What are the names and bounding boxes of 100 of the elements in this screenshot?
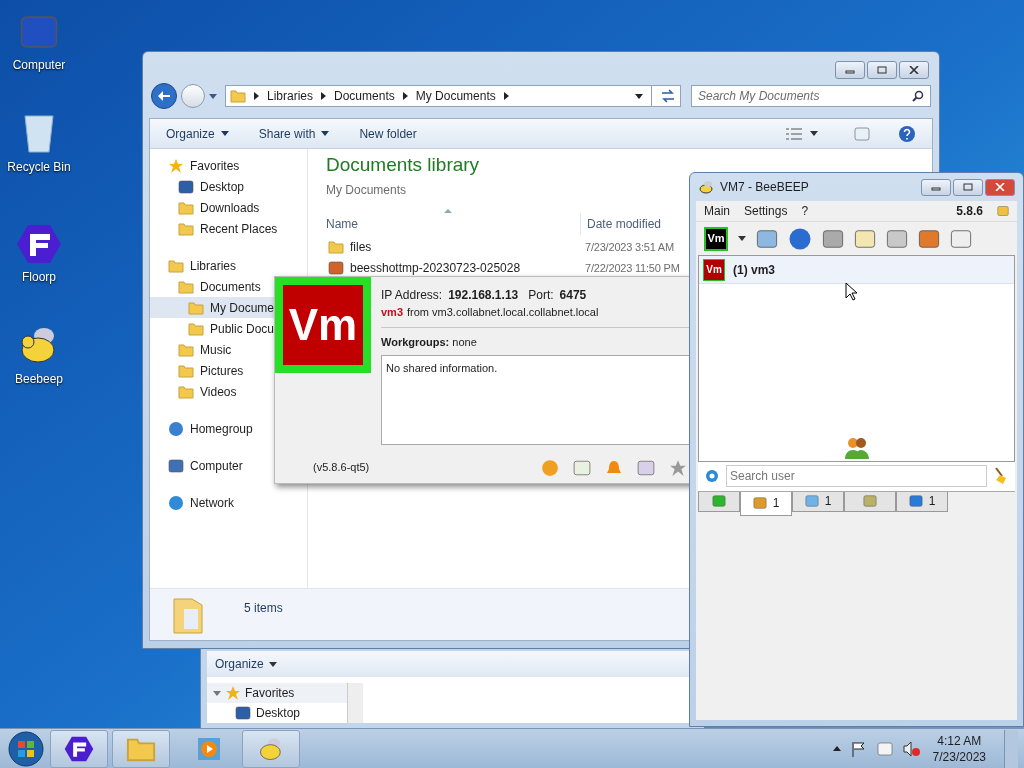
- chevron-up-icon[interactable]: [832, 746, 841, 751]
- ip-label: IP Address:: [381, 287, 443, 304]
- folder-icon: [168, 257, 184, 274]
- folder-icon: [328, 239, 344, 255]
- sidebar-item[interactable]: Downloads: [150, 197, 307, 218]
- column-header[interactable]: Date modified: [587, 214, 662, 233]
- desktop-icon-label[interactable]: Beebeep: [14, 370, 63, 388]
- taskbar-app-button[interactable]: [50, 729, 108, 768]
- workgroups-text: Workgroups: none: [381, 335, 478, 350]
- menu-item[interactable]: Settings: [744, 202, 788, 220]
- caret-icon: [810, 131, 818, 136]
- search-field[interactable]: Search user: [726, 465, 987, 487]
- library-title: Documents library: [326, 153, 480, 177]
- file-date: 7/23/2023 3:51 AM: [585, 239, 674, 255]
- sidebar-item[interactable]: Desktop: [150, 176, 307, 197]
- menu-item[interactable]: Main: [704, 202, 730, 220]
- user-avatar[interactable]: Vm: [704, 226, 728, 251]
- user-list-item[interactable]: Vm (1) vm3: [699, 256, 1014, 284]
- toolbar-menu-button[interactable]: Organize: [166, 124, 229, 143]
- toolbar-menu-button[interactable]: New folder: [359, 124, 417, 143]
- column-header[interactable]: Name: [326, 214, 580, 233]
- toolbar-menu-button[interactable]: Share with: [258, 124, 330, 143]
- port-number: 6475: [559, 287, 587, 304]
- sidebar-item[interactable]: Favorites: [150, 155, 307, 176]
- tab[interactable]: 1: [792, 491, 844, 512]
- caret-icon: [220, 131, 229, 136]
- breadcrumb-link[interactable]: My Documents: [415, 87, 496, 105]
- user-name: vm3: [381, 304, 404, 320]
- tab[interactable]: [844, 491, 896, 512]
- caret-icon: [635, 93, 643, 99]
- close-icon: [909, 66, 919, 74]
- sidebar-item[interactable]: Desktop: [207, 703, 347, 723]
- clock[interactable]: 4:12 AM 7/23/2023: [932, 732, 986, 765]
- breadcrumb-link[interactable]: Documents: [334, 87, 395, 105]
- mouse-pointer-icon: [845, 282, 857, 301]
- chevron-right-icon: [402, 92, 408, 100]
- caret-icon: [268, 661, 277, 667]
- toolbar-menu-button[interactable]: Organize: [215, 655, 277, 673]
- menu-item[interactable]: ?: [801, 202, 809, 220]
- search-field[interactable]: Search My Documents: [691, 85, 931, 107]
- start-button[interactable]: [6, 730, 46, 767]
- caret-icon: [209, 93, 217, 99]
- port-label: Port:: [528, 287, 554, 304]
- file-name: files: [350, 239, 372, 256]
- desktop-icon-label[interactable]: Floorp: [22, 268, 56, 286]
- maximize-button[interactable]: [953, 178, 983, 196]
- refresh-icon[interactable]: [660, 89, 676, 103]
- address-bar[interactable]: Libraries Documents My Documents: [225, 85, 681, 107]
- maximize-icon: [877, 66, 887, 74]
- tab[interactable]: 1: [740, 491, 792, 516]
- windows-logo-icon: [8, 730, 44, 767]
- chevron-right-icon: [503, 92, 509, 100]
- caret-icon: [213, 690, 221, 696]
- chevron-right-icon: [254, 92, 259, 100]
- arrow-left-icon: [158, 91, 170, 101]
- show-desktop-button[interactable]: [1004, 729, 1018, 768]
- host-name: from vm3.collabnet.local.collabnet.local: [407, 304, 599, 320]
- breadcrumb-link[interactable]: Libraries: [267, 87, 314, 105]
- star-icon: [225, 685, 241, 701]
- close-button[interactable]: [899, 61, 929, 79]
- item-count: 5 items: [244, 600, 283, 617]
- user-avatar: Vm: [283, 285, 363, 365]
- star-icon[interactable]: [669, 458, 687, 477]
- maximize-icon: [963, 183, 973, 191]
- desktop-icon-label[interactable]: Computer: [12, 56, 66, 74]
- back-button[interactable]: [151, 83, 177, 109]
- library-subtitle: My Documents: [326, 181, 407, 199]
- version-text: 5.8.6: [956, 203, 983, 220]
- hexagon-logo-icon: [64, 735, 94, 762]
- view-list-icon[interactable]: [786, 127, 802, 140]
- file-name: beesshottmp-20230723-025028: [350, 260, 521, 277]
- minimize-button[interactable]: [921, 178, 951, 196]
- speaker-muted-icon[interactable]: [902, 740, 921, 757]
- caret-icon: [321, 131, 330, 136]
- star-icon: [168, 157, 184, 174]
- image-file-icon: [328, 260, 344, 276]
- sidebar-item[interactable]: Libraries: [150, 255, 307, 276]
- chevron-right-icon: [321, 92, 327, 100]
- sidebar-item[interactable]: Homegroup: [150, 418, 307, 439]
- sidebar-item[interactable]: Favorites: [207, 683, 347, 703]
- gear-icon[interactable]: [704, 468, 720, 484]
- tab[interactable]: [698, 491, 740, 512]
- desktop-icon-label[interactable]: Recycle Bin: [7, 158, 71, 176]
- folder-icon: [172, 595, 204, 635]
- sidebar-item[interactable]: Videos: [150, 381, 307, 402]
- folder-icon: [178, 341, 194, 358]
- help-icon[interactable]: [898, 124, 916, 143]
- broom-icon[interactable]: [993, 467, 1009, 485]
- folder-icon: [178, 362, 194, 379]
- folder-icon: [188, 299, 204, 316]
- sidebar-item[interactable]: Recent Places: [150, 218, 307, 239]
- sidebar-item[interactable]: Computer: [150, 455, 307, 476]
- file-date: 7/22/2023 11:50 PM: [585, 260, 680, 276]
- minimize-button[interactable]: [835, 61, 865, 79]
- tab[interactable]: 1: [896, 491, 948, 512]
- user-avatar: Vm: [703, 258, 725, 281]
- sidebar-item[interactable]: Network: [150, 492, 307, 513]
- scrollbar[interactable]: [347, 683, 363, 723]
- folder-icon: [188, 320, 204, 337]
- folder-icon: [178, 383, 194, 400]
